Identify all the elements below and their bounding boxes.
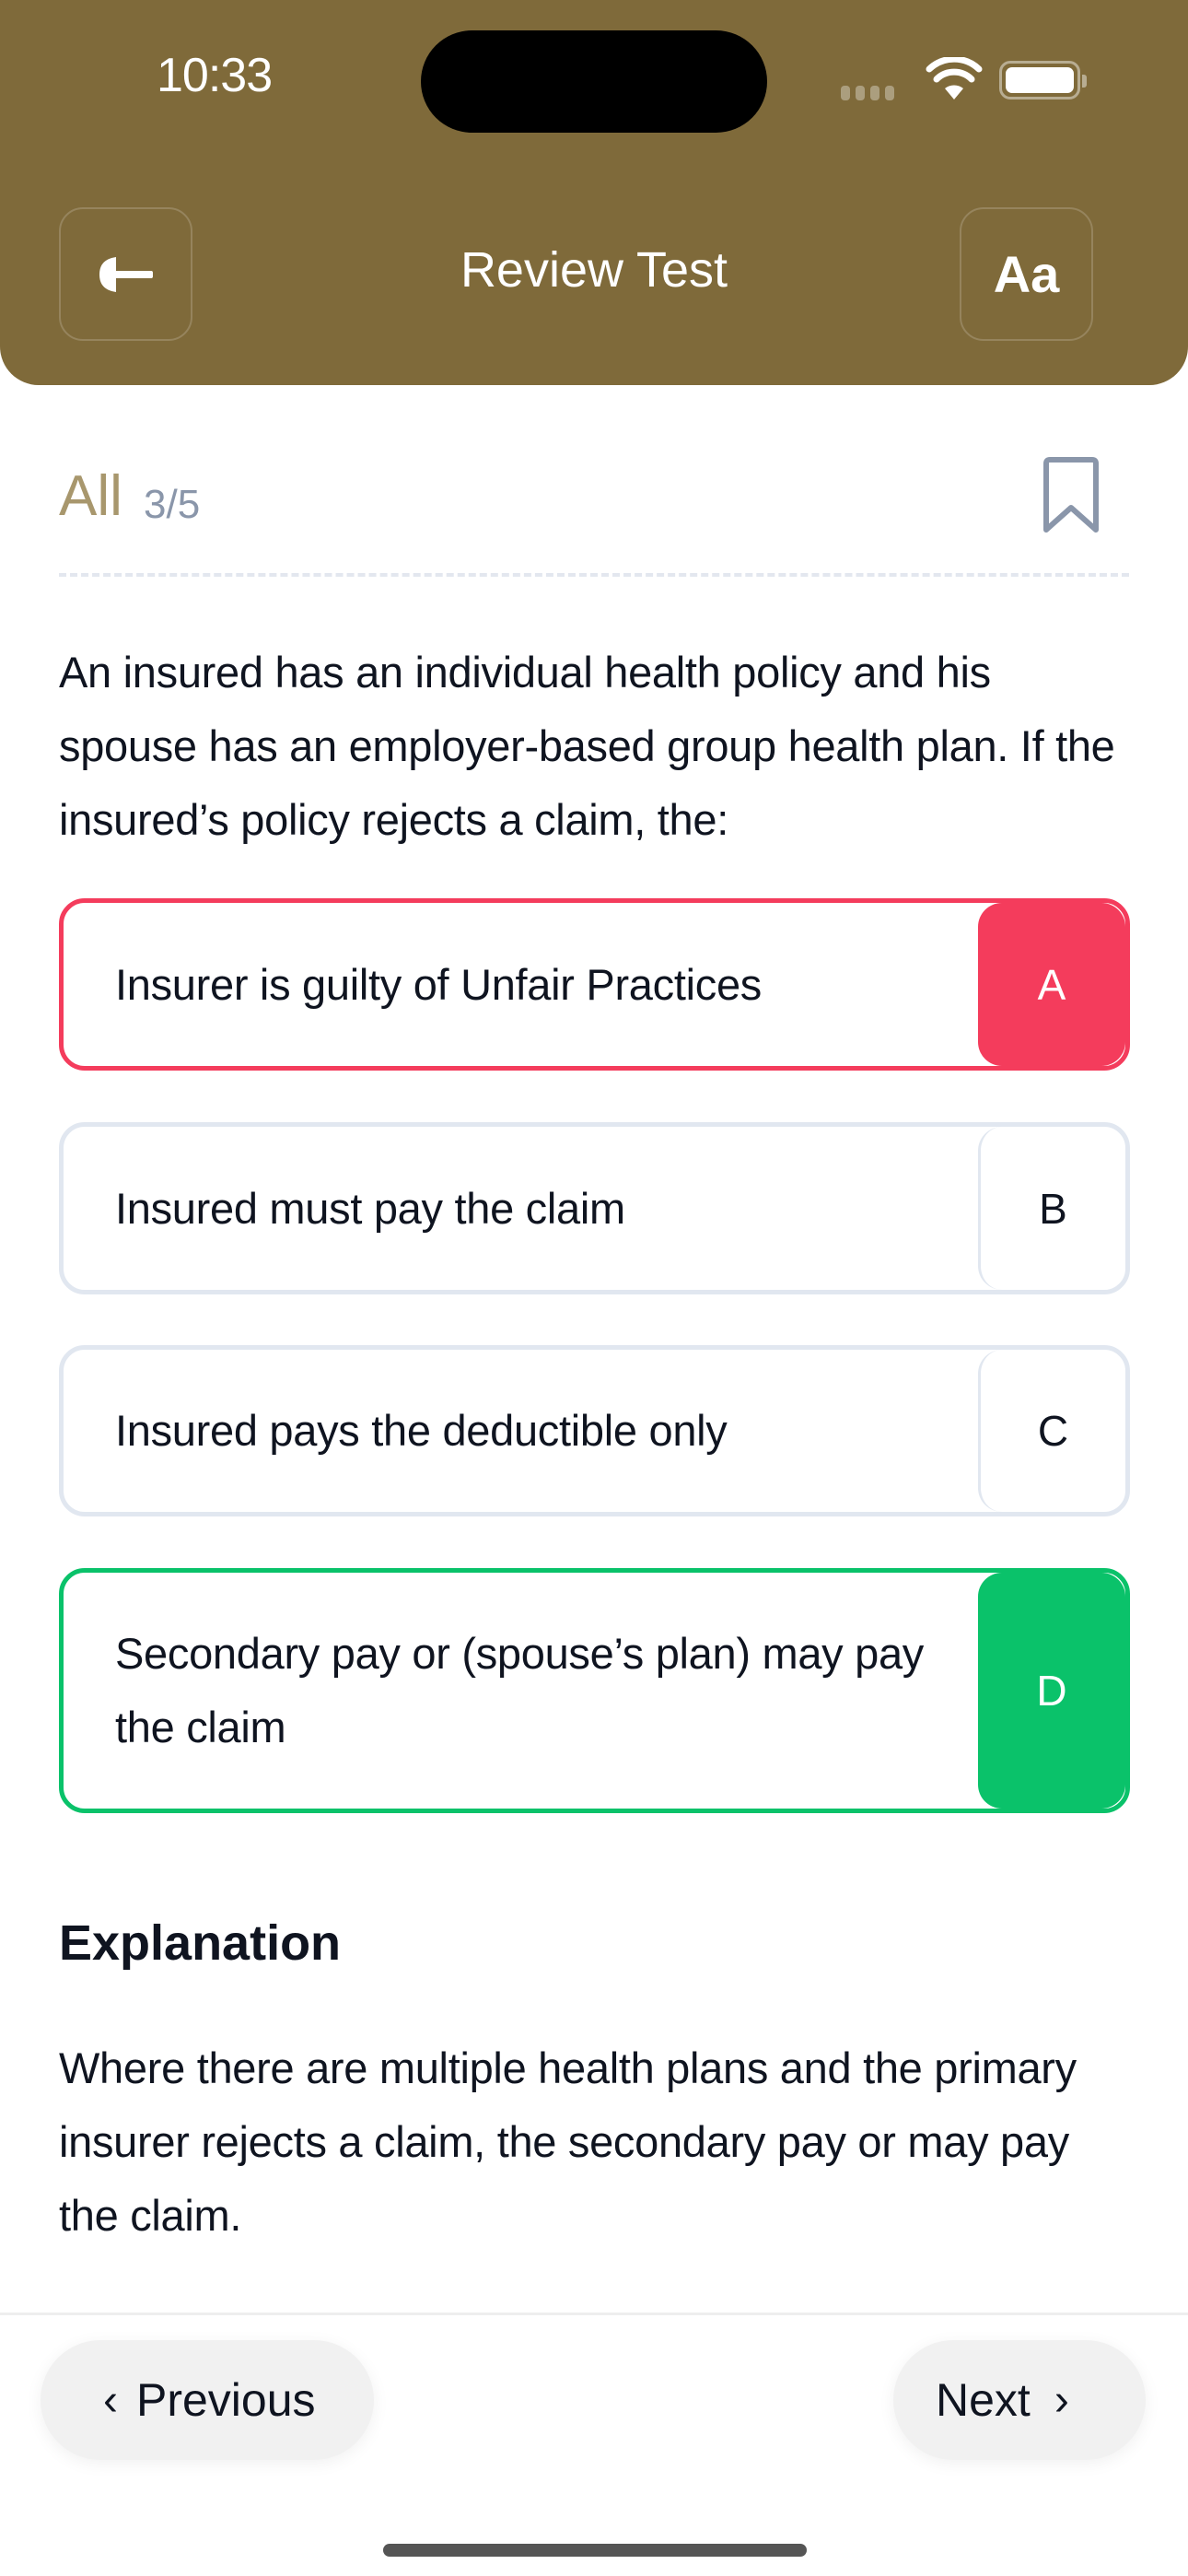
option-text: Secondary pay or (spouse’s plan) may pay… — [115, 1629, 924, 1751]
explanation-heading: Explanation — [59, 1915, 342, 1971]
app-header: 10:33 Review Test Aa — [0, 0, 1188, 385]
question-progress: 3/5 — [144, 482, 201, 527]
cellular-signal-icon — [841, 86, 894, 100]
option-d[interactable]: Secondary pay or (spouse’s plan) may pay… — [59, 1568, 1130, 1813]
font-size-button[interactable]: Aa — [960, 207, 1093, 341]
next-button[interactable]: Next › — [893, 2340, 1146, 2460]
chevron-right-icon: › — [1054, 2375, 1069, 2425]
option-letter: C — [978, 1350, 1125, 1512]
option-text: Insurer is guilty of Unfair Practices — [115, 959, 762, 1009]
option-letter: A — [978, 903, 1125, 1066]
dynamic-island — [421, 30, 767, 133]
bookmark-icon[interactable] — [1041, 456, 1101, 533]
battery-icon — [999, 61, 1087, 100]
previous-button[interactable]: ‹ Previous — [41, 2340, 374, 2460]
explanation-text: Where there are multiple health plans an… — [59, 2043, 1077, 2240]
option-letter: D — [978, 1573, 1125, 1809]
next-label: Next — [936, 2374, 1031, 2426]
option-a[interactable]: Insurer is guilty of Unfair Practices A — [59, 898, 1130, 1071]
filter-row: All 3/5 — [59, 456, 1129, 539]
option-c[interactable]: Insured pays the deductible only C — [59, 1345, 1130, 1516]
bottom-divider — [0, 2313, 1188, 2315]
option-b[interactable]: Insured must pay the claim B — [59, 1122, 1130, 1294]
status-time: 10:33 — [157, 49, 273, 102]
chevron-left-icon: ‹ — [103, 2375, 118, 2425]
option-text: Insured pays the deductible only — [115, 1406, 728, 1455]
home-indicator — [383, 2544, 807, 2557]
previous-label: Previous — [135, 2374, 316, 2426]
question-text: An insured has an individual health poli… — [59, 648, 1115, 844]
divider — [59, 573, 1129, 577]
option-letter: B — [978, 1127, 1125, 1290]
wifi-icon — [926, 57, 983, 100]
option-text: Insured must pay the claim — [115, 1183, 625, 1233]
filter-label[interactable]: All — [59, 463, 122, 529]
